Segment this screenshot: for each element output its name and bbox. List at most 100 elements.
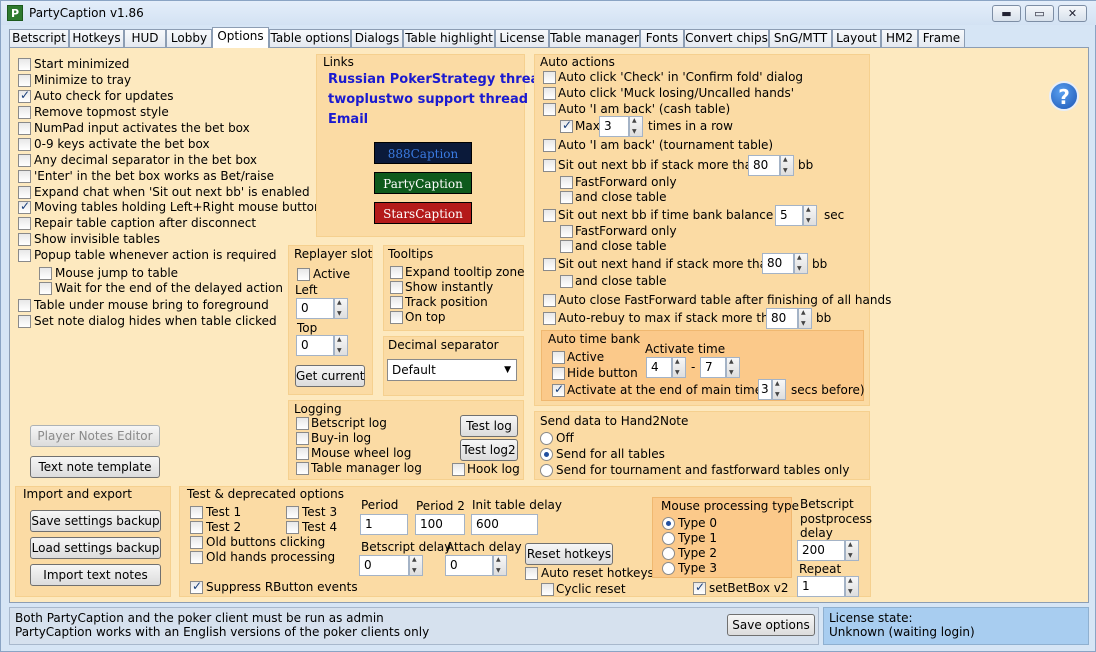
iamback-tournament-checkbox[interactable] bbox=[543, 139, 556, 152]
max-checkbox[interactable] bbox=[560, 118, 573, 133]
max-spinner[interactable] bbox=[629, 116, 643, 137]
test-log2-button[interactable]: Test log2 bbox=[460, 439, 518, 461]
table-manager-log-checkbox[interactable] bbox=[296, 462, 309, 475]
sitout-bb-stack-input[interactable]: 80 bbox=[748, 155, 780, 176]
starscaption-logo[interactable]: StarsCaption bbox=[374, 202, 472, 224]
tab-layout[interactable]: Layout bbox=[832, 29, 881, 47]
cyclic-reset-checkbox[interactable] bbox=[541, 583, 554, 596]
popup-sub-option-0-checkbox[interactable] bbox=[39, 267, 52, 280]
activate-at-end-checkbox[interactable] bbox=[552, 382, 565, 397]
mouse-type2-radio[interactable] bbox=[662, 547, 675, 560]
activate-time-to-input[interactable]: 7 bbox=[700, 357, 726, 378]
test1-checkbox[interactable] bbox=[190, 506, 203, 519]
secs-before-spinner[interactable] bbox=[772, 379, 786, 400]
save-settings-backup-button[interactable]: Save settings backup bbox=[30, 510, 161, 532]
sitout-timebank-checkbox[interactable] bbox=[543, 209, 556, 222]
link-pokerstrategy[interactable]: Russian PokerStrategy thread bbox=[328, 72, 549, 87]
activate-time-from-spinner[interactable] bbox=[672, 357, 686, 378]
tab-lobby[interactable]: Lobby bbox=[166, 29, 212, 47]
attach-delay-spinner[interactable] bbox=[493, 555, 507, 576]
auto-rebuy-spinner[interactable] bbox=[798, 308, 812, 329]
time-bank-active-checkbox[interactable] bbox=[552, 351, 565, 364]
h2n-tournament-radio[interactable] bbox=[540, 464, 553, 477]
get-current-button[interactable]: Get current bbox=[295, 365, 365, 387]
auto-rebuy-input[interactable]: 80 bbox=[766, 308, 798, 329]
sitout-hand-input[interactable]: 80 bbox=[762, 253, 794, 274]
buyin-log-checkbox[interactable] bbox=[296, 432, 309, 445]
replayer-top-spinner[interactable] bbox=[334, 335, 348, 356]
mouse-type0-radio[interactable] bbox=[662, 517, 675, 530]
tab-hm2[interactable]: HM2 bbox=[881, 29, 918, 47]
replayer-top-input[interactable]: 0 bbox=[296, 335, 334, 356]
sitout-bb-stack-checkbox[interactable] bbox=[543, 159, 556, 172]
sitout-timebank-input[interactable]: 5 bbox=[775, 205, 803, 226]
auto-click-check-checkbox[interactable] bbox=[543, 71, 556, 84]
sitout-hand-close-checkbox[interactable] bbox=[560, 275, 573, 288]
general-option-0-checkbox[interactable] bbox=[18, 58, 31, 71]
reset-hotkeys-button[interactable]: Reset hotkeys bbox=[525, 543, 613, 565]
general-option-3-checkbox[interactable] bbox=[18, 106, 31, 119]
sitout-timebank-spinner[interactable] bbox=[803, 205, 817, 226]
help-icon[interactable]: ? bbox=[1049, 81, 1079, 111]
general-option-12-checkbox[interactable] bbox=[18, 249, 31, 262]
sitout-bb-close-checkbox[interactable] bbox=[560, 191, 573, 204]
hide-button-checkbox[interactable] bbox=[552, 367, 565, 380]
general-option2-1-checkbox[interactable] bbox=[18, 315, 31, 328]
general-option-7-checkbox[interactable] bbox=[18, 170, 31, 183]
general-option-4-checkbox[interactable] bbox=[18, 122, 31, 135]
track-position-checkbox[interactable] bbox=[390, 296, 403, 309]
tab-table-options[interactable]: Table options bbox=[269, 29, 351, 47]
h2n-off-radio[interactable] bbox=[540, 432, 553, 445]
hook-log-checkbox[interactable] bbox=[452, 463, 465, 476]
general-option-1-checkbox[interactable] bbox=[18, 74, 31, 87]
tab-license[interactable]: License bbox=[495, 29, 549, 47]
max-input[interactable]: 3 bbox=[599, 116, 629, 137]
auto-reset-hotkeys-checkbox[interactable] bbox=[525, 567, 538, 580]
on-top-checkbox[interactable] bbox=[390, 311, 403, 324]
tab-fonts[interactable]: Fonts bbox=[640, 29, 684, 47]
import-text-notes-button[interactable]: Import text notes bbox=[30, 564, 161, 586]
period-input[interactable]: 1 bbox=[360, 514, 408, 535]
expand-tooltip-checkbox[interactable] bbox=[390, 266, 403, 279]
player-notes-editor-button[interactable]: Player Notes Editor bbox=[30, 425, 160, 447]
general-option-6-checkbox[interactable] bbox=[18, 154, 31, 167]
link-twoplustwo[interactable]: twoplustwo support thread bbox=[328, 92, 528, 107]
tab-sng-mtt[interactable]: SnG/MTT bbox=[769, 29, 832, 47]
tab-table-manager[interactable]: Table manager bbox=[549, 29, 640, 47]
sitout-time-close-checkbox[interactable] bbox=[560, 240, 573, 253]
init-delay-input[interactable]: 600 bbox=[471, 514, 538, 535]
tab-convert-chips[interactable]: Convert chips bbox=[684, 29, 769, 47]
show-instantly-checkbox[interactable] bbox=[390, 281, 403, 294]
minimize-button[interactable]: ▬ bbox=[992, 5, 1021, 22]
general-option-2-checkbox[interactable] bbox=[18, 88, 31, 103]
close-button[interactable]: ✕ bbox=[1058, 5, 1087, 22]
tab-dialogs[interactable]: Dialogs bbox=[351, 29, 403, 47]
activate-time-from-input[interactable]: 4 bbox=[646, 357, 672, 378]
auto-rebuy-checkbox[interactable] bbox=[543, 312, 556, 325]
mouse-wheel-log-checkbox[interactable] bbox=[296, 447, 309, 460]
auto-close-ff-checkbox[interactable] bbox=[543, 294, 556, 307]
betscript-pp-spinner[interactable] bbox=[845, 540, 859, 561]
period2-input[interactable]: 100 bbox=[415, 514, 465, 535]
betscript-pp-input[interactable]: 200 bbox=[797, 540, 845, 561]
test3-checkbox[interactable] bbox=[286, 506, 299, 519]
general-option-9-checkbox[interactable] bbox=[18, 199, 31, 214]
sitout-time-ff-only-checkbox[interactable] bbox=[560, 225, 573, 238]
sitout-bb-ff-only-checkbox[interactable] bbox=[560, 176, 573, 189]
sitout-hand-checkbox[interactable] bbox=[543, 258, 556, 271]
secs-before-input[interactable]: 3 bbox=[758, 379, 772, 400]
betscript-log-checkbox[interactable] bbox=[296, 417, 309, 430]
decimal-separator-select[interactable]: Default ▼ bbox=[387, 359, 517, 381]
mouse-type3-radio[interactable] bbox=[662, 562, 675, 575]
suppress-rbutton-checkbox[interactable] bbox=[190, 579, 203, 594]
repeat-input[interactable]: 1 bbox=[797, 576, 845, 597]
repeat-spinner[interactable] bbox=[845, 576, 859, 597]
popup-sub-option-1-checkbox[interactable] bbox=[39, 282, 52, 295]
test2-checkbox[interactable] bbox=[190, 521, 203, 534]
sitout-bb-stack-spinner[interactable] bbox=[780, 155, 794, 176]
888caption-logo[interactable]: 888Caption bbox=[374, 142, 472, 164]
replayer-active-checkbox[interactable] bbox=[297, 268, 310, 281]
iamback-cash-checkbox[interactable] bbox=[543, 103, 556, 116]
test4-checkbox[interactable] bbox=[286, 521, 299, 534]
partycaption-logo[interactable]: PartyCaption bbox=[374, 172, 472, 194]
